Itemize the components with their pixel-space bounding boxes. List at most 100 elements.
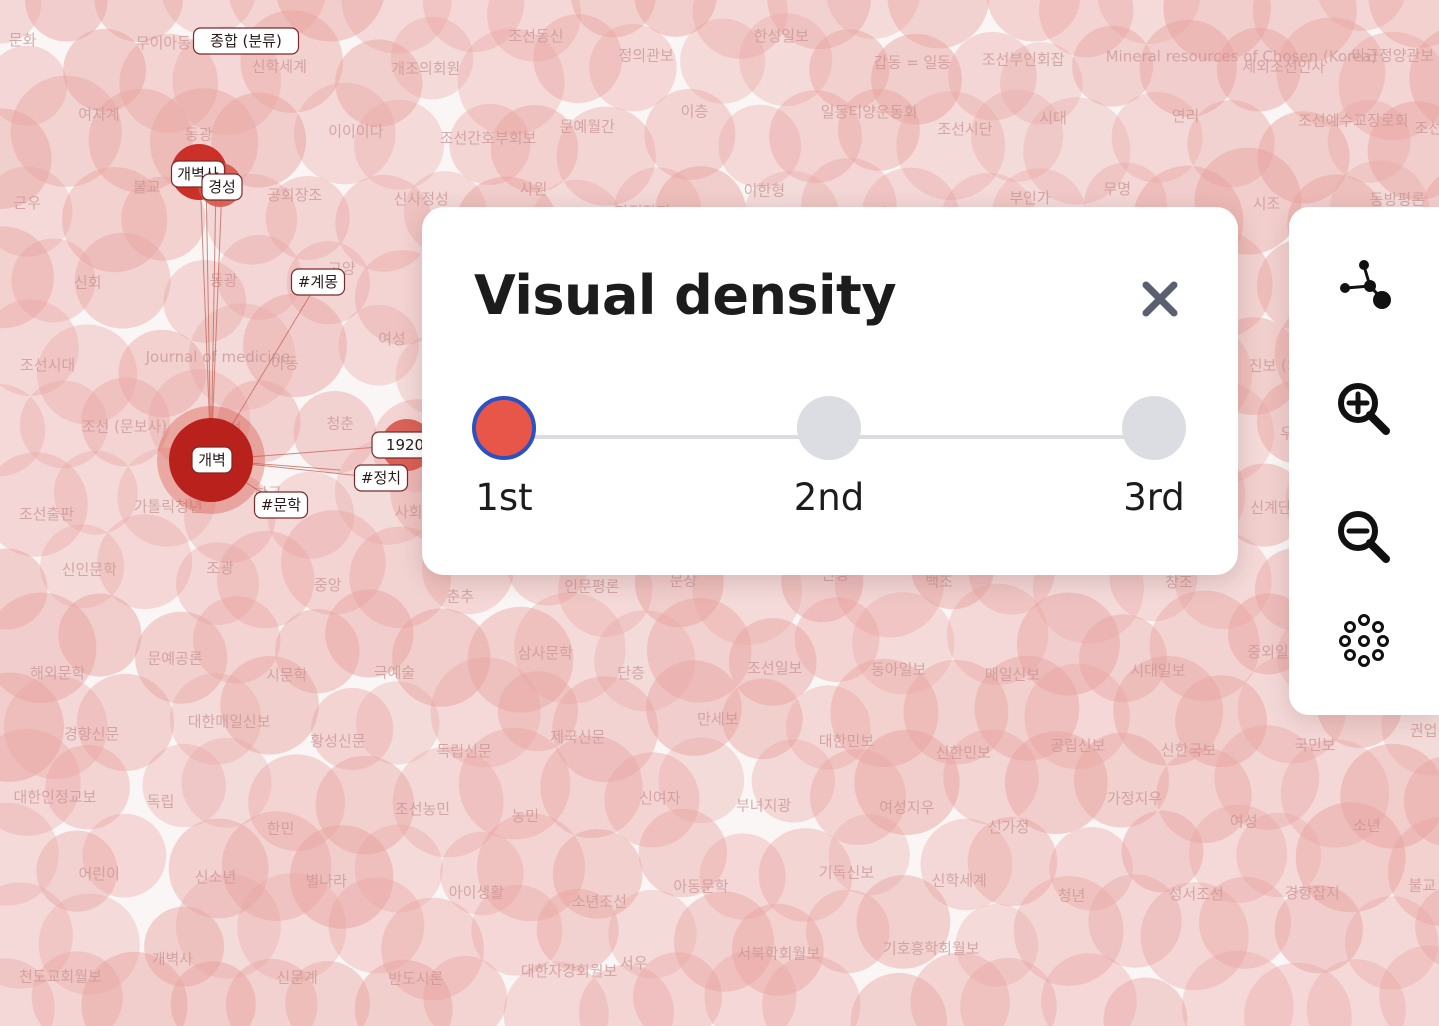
network-layout-button[interactable] — [1327, 247, 1401, 321]
background-node-label: 청춘 — [327, 415, 355, 433]
background-node-label: 조선부인회잡 — [982, 51, 1065, 69]
close-icon — [1142, 281, 1178, 317]
background-node-label: 조선예수교장로회 — [1298, 111, 1408, 129]
background-node-label: 문화 — [9, 31, 37, 49]
background-node-label: 조선 (문보사) — [82, 418, 167, 436]
cluster-layout-button[interactable] — [1327, 603, 1401, 677]
background-node-label: 한성일보 — [754, 27, 809, 45]
background-node-label: 조광 — [206, 559, 234, 577]
background-node-label: 삼사문학 — [518, 644, 573, 662]
background-node-label: 이한형 — [744, 181, 785, 199]
background-node-label: 조선동신 — [508, 27, 563, 45]
svg-text:종합 (분류): 종합 (분류) — [210, 32, 282, 50]
background-node-label: 조선시단 — [937, 120, 992, 138]
background-node-label: 춘추 — [447, 588, 475, 606]
background-node-label: 서북학회월보 — [737, 945, 820, 963]
close-button[interactable] — [1138, 277, 1182, 321]
background-node-label: 신학세계 — [252, 57, 307, 75]
background-node — [82, 813, 167, 898]
background-node-label: 연리 — [1172, 107, 1200, 125]
background-node-label: 신회 — [74, 274, 102, 292]
background-node-label: 공립신보 — [1050, 737, 1105, 755]
background-node-label: 이이이다 — [328, 122, 383, 140]
background-node-label: 여자계 — [78, 106, 119, 124]
highlighted-node-label[interactable]: 경성 — [201, 173, 243, 201]
background-node-label: 개벽사 — [152, 950, 194, 968]
background-node-label: 여성 — [378, 330, 406, 348]
panel-title: Visual density — [474, 264, 897, 327]
background-node-label: 중앙 — [314, 576, 342, 594]
background-node-label: 기호흥학회월보 — [883, 939, 980, 957]
background-node-label: 신한국보 — [1161, 741, 1216, 759]
background-node-label: 시문학 — [266, 666, 308, 684]
zoom-out-icon — [1338, 511, 1390, 563]
svg-text:개벽: 개벽 — [198, 451, 226, 469]
background-node-label: 불교 — [1408, 876, 1436, 894]
background-node-label: 황성신문 — [310, 732, 365, 750]
background-node-label: 창조 — [1165, 573, 1193, 591]
background-node-label: 단층 — [617, 664, 645, 682]
background-node-label: 갑동 = 일동 — [874, 54, 952, 72]
background-node-label: 조선농민 — [395, 800, 450, 818]
background-node-label: 문예공론 — [148, 650, 203, 668]
background-node-label: 여성 — [1230, 813, 1258, 831]
background-node-label: 이층 — [681, 103, 709, 121]
zoom-in-icon — [1338, 383, 1390, 435]
density-option-2nd[interactable] — [797, 396, 861, 460]
background-node-label: 신계단 — [1250, 498, 1292, 516]
background-node-label: 기독신보 — [819, 864, 874, 882]
density-label-3rd: 3rd — [1123, 476, 1185, 519]
background-node-label: 경향신문 — [64, 725, 119, 743]
background-node-label: 천도교회월보 — [19, 967, 102, 985]
graph-toolbar — [1289, 207, 1439, 715]
highlighted-node-label[interactable]: #문학 — [253, 491, 309, 519]
background-node-label: 매일신보 — [985, 666, 1040, 684]
highlighted-node-label[interactable]: 개벽 — [191, 446, 233, 474]
background-node-label: 대한매일신보 — [188, 712, 271, 730]
zoom-in-button[interactable] — [1327, 372, 1401, 446]
background-node-label: 반도시론 — [388, 969, 443, 987]
background-node-label: 소년조선 — [572, 893, 627, 911]
highlighted-node-label[interactable]: 종합 (분류) — [192, 27, 300, 55]
background-node-label: 가정지우 — [1107, 789, 1162, 807]
svg-text:1920: 1920 — [386, 436, 424, 454]
background-node-label: 미근정양관보 — [1351, 47, 1434, 65]
background-node-label: 권업신문 — [1410, 722, 1439, 740]
background-node-label: 국민보 — [1294, 736, 1336, 754]
highlighted-node-label[interactable]: #계몽 — [290, 268, 346, 296]
svg-text:#계몽: #계몽 — [298, 273, 338, 291]
svg-text:#문학: #문학 — [261, 496, 301, 514]
background-node-label: 해외문학 — [30, 664, 85, 682]
background-node-label: 백조 — [925, 573, 953, 591]
background-node-label: 신한민보 — [936, 744, 991, 762]
background-node-label: 정의관보 — [619, 47, 674, 65]
network-icon — [1340, 260, 1391, 309]
background-node-label: 대한민보 — [819, 732, 874, 750]
visual-density-panel: Visual density 1st 2nd 3rd — [422, 207, 1238, 575]
background-node-label: 부인가 — [1009, 189, 1051, 207]
background-node-label: 신인문학 — [62, 561, 117, 579]
background-node-label: 시대 — [1039, 109, 1067, 127]
background-node-label: 신사정성 — [394, 190, 449, 208]
background-node-label: 대한인정교보 — [14, 788, 97, 806]
background-node-label: 불교 — [133, 178, 161, 196]
zoom-out-button[interactable] — [1327, 500, 1401, 574]
background-node-label: 여성지우 — [879, 799, 934, 817]
background-node-label: 근우 — [13, 194, 41, 212]
highlighted-node-label[interactable]: #정치 — [353, 464, 409, 492]
background-node-label: 제국신문 — [550, 728, 605, 746]
background-node-label: 시대일보 — [1130, 662, 1185, 680]
background-node-label: 아동문학 — [673, 878, 728, 896]
background-node-label: 동광 — [185, 126, 213, 144]
background-node-label: 신가정 — [988, 818, 1029, 836]
background-node-label: 경향잡지 — [1285, 884, 1340, 902]
background-node-label: 신학세계 — [932, 872, 987, 890]
background-node-label: 시조 — [1253, 194, 1281, 212]
background-node-label: 신여자 — [639, 789, 681, 807]
background-node-label: 독립신문 — [437, 742, 492, 760]
background-node-label: 소년 — [1353, 817, 1381, 835]
background-node-label: 신문계 — [276, 968, 317, 986]
background-node-label: 사원 — [520, 180, 548, 198]
density-option-1st[interactable] — [472, 396, 536, 460]
density-option-3rd[interactable] — [1122, 396, 1186, 460]
